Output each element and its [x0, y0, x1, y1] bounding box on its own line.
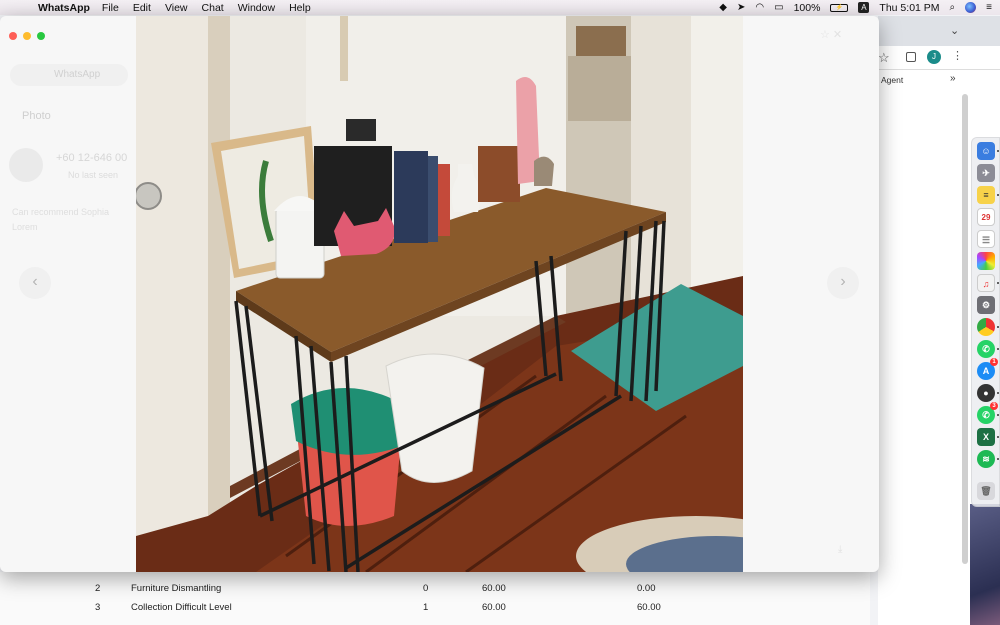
notes-icon[interactable]: ≡	[977, 186, 995, 204]
zoom-window-button[interactable]	[37, 32, 45, 40]
reminders-icon[interactable]: ☰	[977, 230, 995, 248]
wifi-icon[interactable]: ◠	[755, 2, 764, 13]
chrome-icon[interactable]	[977, 318, 995, 336]
row-quantity: 1	[423, 602, 429, 613]
row-number: 3	[95, 602, 101, 613]
bookmark-star-icon[interactable]: ☆	[878, 50, 890, 66]
row-total: 0.00	[637, 583, 656, 594]
row-description: Collection Difficult Level	[131, 602, 232, 613]
running-indicator	[997, 348, 999, 350]
chrome-scrollbar[interactable]	[962, 94, 968, 564]
row-price: 60.00	[482, 583, 506, 594]
running-indicator	[997, 414, 999, 416]
photo-binoculars	[346, 119, 376, 141]
launchpad-icon[interactable]: ✈	[977, 164, 995, 182]
chrome-tabstrip: ⌄	[878, 16, 1000, 46]
bookmarks-overflow[interactable]: »	[950, 73, 956, 84]
running-indicator	[997, 150, 999, 152]
chrome-toolbar: ☆ J ⋮	[878, 46, 1000, 70]
photo-hallway-bag	[576, 26, 626, 56]
finder-icon[interactable]: ☺	[977, 142, 995, 160]
bookmarks-bar: Agent »	[878, 71, 1000, 89]
download-icon[interactable]: ⤓	[838, 544, 866, 560]
back-button-label: WhatsApp	[54, 69, 101, 80]
table-row: 2 Furniture Dismantling 0 60.00 0.00	[0, 579, 870, 598]
contact-status: No last seen	[68, 170, 119, 180]
media-photo[interactable]	[136, 16, 743, 572]
next-media-button[interactable]: ›	[827, 267, 859, 299]
menu-bar: WhatsApp File Edit View Chat Window Help…	[0, 0, 1000, 15]
faded-message-text: Lorem	[12, 222, 38, 232]
airplay-icon[interactable]: ▭	[774, 2, 783, 13]
previous-media-button[interactable]: ‹	[19, 267, 51, 299]
photo-door-edge	[208, 16, 230, 536]
app-menu-whatsapp[interactable]: WhatsApp	[38, 2, 90, 14]
running-indicator	[997, 194, 999, 196]
photo-white-bin	[385, 353, 485, 483]
notification-center-icon[interactable]: ≡	[986, 2, 992, 13]
music-icon[interactable]: ♫	[977, 274, 995, 292]
menu-help[interactable]: Help	[289, 2, 311, 14]
background-invoice-table: 2 Furniture Dismantling 0 60.00 0.00 3 C…	[0, 572, 870, 625]
row-price: 60.00	[482, 602, 506, 613]
menu-chat[interactable]: Chat	[202, 2, 224, 14]
excel-icon[interactable]: X	[977, 428, 995, 446]
close-window-button[interactable]	[9, 32, 17, 40]
running-indicator	[997, 392, 999, 394]
viewer-toolbar-icons[interactable]: ☆ ✕	[820, 28, 842, 41]
battery-percent[interactable]: 100%	[794, 2, 821, 14]
running-indicator	[997, 282, 999, 284]
photo-small-vase	[534, 156, 554, 186]
row-total: 60.00	[637, 602, 661, 613]
direct-mail-icon[interactable]: ➤	[737, 2, 745, 13]
running-indicator	[997, 458, 999, 460]
photo-console-table	[136, 16, 743, 572]
spotlight-search-icon[interactable]: ⌕	[950, 2, 956, 13]
photo-wall-right	[691, 16, 743, 316]
menu-window[interactable]: Window	[238, 2, 275, 14]
trash-icon[interactable]: 🗑	[977, 482, 995, 500]
running-indicator	[997, 326, 999, 328]
whatsapp-icon[interactable]: ✆	[977, 340, 995, 358]
minimize-window-button[interactable]	[23, 32, 31, 40]
photo-brown-box	[478, 146, 520, 202]
contact-avatar[interactable]	[9, 148, 43, 182]
bookmark-agent[interactable]: Agent	[881, 75, 903, 85]
whatsapp-badge: 3	[990, 402, 998, 410]
photo-wall-hook	[340, 16, 348, 81]
row-quantity: 0	[423, 583, 429, 594]
table-row: 3 Collection Difficult Level 1 60.00 60.…	[0, 598, 870, 617]
menu-edit[interactable]: Edit	[133, 2, 151, 14]
tab-search-chevron-icon[interactable]: ⌄	[950, 24, 959, 37]
dock: ☺ ✈ ≡ 29 ☰ ♫ ⚙ ✆ A 1 ● ✆ 3 X ≋ 🗑	[971, 137, 1000, 507]
bomb-app-icon[interactable]: ●	[977, 384, 995, 402]
faded-message-text: Can recommend Sophia	[12, 207, 110, 217]
contact-phone: +60 12-646 00	[56, 152, 128, 164]
photo-door-knob	[136, 182, 162, 210]
photos-icon[interactable]	[977, 252, 995, 270]
photo-hallway-shelf	[568, 56, 638, 121]
side-panel-icon[interactable]	[906, 52, 916, 62]
input-source-icon[interactable]: A	[858, 2, 870, 13]
photo-door	[136, 16, 208, 572]
row-number: 2	[95, 583, 101, 594]
system-preferences-icon[interactable]: ⚙	[977, 296, 995, 314]
viewer-heading: Photo	[22, 110, 51, 122]
battery-icon[interactable]: ⚡	[830, 3, 849, 12]
app-store-badge: 1	[990, 358, 998, 366]
spotify-icon[interactable]: ≋	[977, 450, 995, 468]
menu-clock[interactable]: Thu 5:01 PM	[879, 2, 939, 14]
chrome-menu-icon[interactable]: ⋮	[952, 49, 963, 62]
dropbox-icon[interactable]: ◆	[719, 2, 727, 13]
profile-avatar[interactable]: J	[927, 50, 941, 64]
running-indicator	[997, 436, 999, 438]
menu-view[interactable]: View	[165, 2, 188, 14]
calendar-icon[interactable]: 29	[977, 208, 995, 226]
siri-icon[interactable]	[965, 2, 977, 13]
desktop-wallpaper	[970, 504, 1000, 625]
photo-books	[394, 151, 428, 243]
row-description: Furniture Dismantling	[131, 583, 222, 594]
menu-file[interactable]: File	[102, 2, 119, 14]
